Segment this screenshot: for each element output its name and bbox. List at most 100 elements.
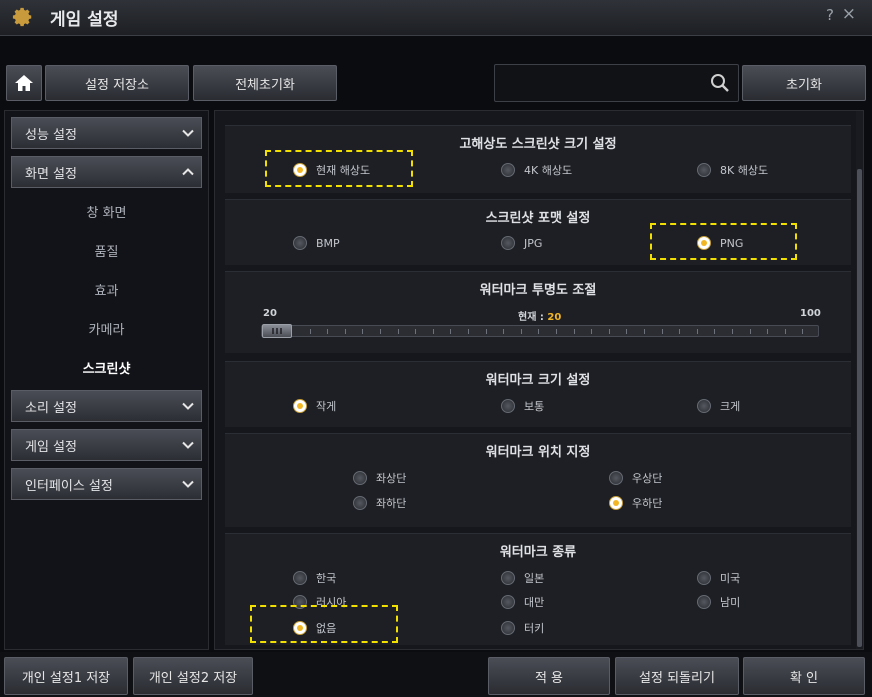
sidebar-category-game[interactable]: 게임 설정 bbox=[11, 429, 202, 461]
option-label: 우하단 bbox=[632, 497, 663, 510]
revert-button[interactable]: 설정 되돌리기 bbox=[615, 657, 739, 695]
radio-type-taiwan[interactable]: 대만 bbox=[501, 594, 544, 610]
radio-type-south-america[interactable]: 남미 bbox=[697, 594, 740, 610]
section-watermark-position: 워터마크 위치 지정 좌상단 우상단 좌하단 우하단 bbox=[225, 433, 851, 527]
radio-indicator bbox=[501, 595, 515, 609]
radio-png[interactable]: PNG bbox=[697, 236, 743, 250]
sidebar-item-effects[interactable]: 효과 bbox=[11, 272, 202, 306]
radio-bmp[interactable]: BMP bbox=[293, 236, 340, 250]
slider-tick bbox=[538, 329, 540, 334]
chevron-down-icon bbox=[182, 480, 194, 488]
section-title: 고해상도 스크린샷 크기 설정 bbox=[459, 137, 617, 152]
search-box bbox=[494, 64, 739, 102]
help-button[interactable]: ? bbox=[826, 6, 834, 24]
sidebar-category-sound[interactable]: 소리 설정 bbox=[11, 390, 202, 422]
reset-button[interactable]: 초기화 bbox=[742, 65, 866, 101]
slider-tick bbox=[608, 329, 610, 334]
radio-size-normal[interactable]: 보통 bbox=[501, 398, 544, 414]
radio-indicator bbox=[697, 236, 711, 250]
slider-tick bbox=[696, 329, 698, 334]
slider-tick bbox=[573, 329, 575, 334]
radio-jpg[interactable]: JPG bbox=[501, 236, 542, 250]
gear-icon bbox=[12, 7, 32, 27]
radio-position-bottom-right[interactable]: 우하단 bbox=[609, 495, 662, 511]
sidebar-category-interface[interactable]: 인터페이스 설정 bbox=[11, 468, 202, 500]
slider-tick bbox=[749, 329, 751, 334]
radio-type-none[interactable]: 없음 bbox=[293, 620, 336, 636]
apply-button[interactable]: 적 용 bbox=[488, 657, 610, 695]
slider-tick bbox=[362, 329, 364, 334]
slider-tick bbox=[661, 329, 663, 334]
save-profile1-button[interactable]: 개인 설정1 저장 bbox=[4, 657, 128, 695]
chevron-down-icon bbox=[182, 402, 194, 410]
radio-size-large[interactable]: 크게 bbox=[697, 398, 740, 414]
radio-indicator bbox=[609, 471, 623, 485]
search-input[interactable] bbox=[503, 73, 693, 93]
radio-indicator bbox=[697, 163, 711, 177]
scrollbar[interactable] bbox=[856, 111, 863, 649]
reset-all-button[interactable]: 전체초기화 bbox=[193, 65, 337, 101]
sidebar-item-camera[interactable]: 카메라 bbox=[11, 311, 202, 345]
slider-handle[interactable] bbox=[262, 324, 292, 338]
sidebar-item-window[interactable]: 창 화면 bbox=[11, 194, 202, 228]
confirm-button[interactable]: 확 인 bbox=[743, 657, 865, 695]
option-label: 좌상단 bbox=[376, 472, 407, 485]
title-bar: 게임 설정 ? × bbox=[0, 0, 872, 36]
slider-tick bbox=[397, 329, 399, 334]
home-button[interactable] bbox=[6, 65, 42, 101]
settings-store-button[interactable]: 설정 저장소 bbox=[45, 65, 189, 101]
slider-tick bbox=[450, 329, 452, 334]
radio-position-bottom-left[interactable]: 좌하단 bbox=[353, 495, 406, 511]
close-button[interactable]: × bbox=[842, 4, 856, 24]
slider-tick bbox=[380, 329, 381, 334]
radio-position-top-left[interactable]: 좌상단 bbox=[353, 470, 406, 486]
slider-tick bbox=[591, 329, 593, 334]
option-label: 대만 bbox=[524, 596, 545, 609]
slider-current-readout: 현재 : 20 bbox=[518, 308, 561, 323]
sidebar-item-quality[interactable]: 품질 bbox=[11, 233, 202, 267]
chevron-down-icon bbox=[182, 441, 194, 449]
radio-8k-resolution[interactable]: 8K 해상도 bbox=[697, 162, 768, 178]
option-label: 8K 해상도 bbox=[720, 164, 769, 177]
option-label: 미국 bbox=[720, 572, 741, 585]
radio-indicator bbox=[293, 595, 307, 609]
section-title: 워터마크 위치 지정 bbox=[485, 445, 591, 460]
radio-4k-resolution[interactable]: 4K 해상도 bbox=[501, 162, 572, 178]
slider-max-label: 100 bbox=[800, 308, 821, 319]
option-label: 좌하단 bbox=[376, 497, 407, 510]
radio-position-top-right[interactable]: 우상단 bbox=[609, 470, 662, 486]
sidebar-item-screenshot[interactable]: 스크린샷 bbox=[11, 350, 202, 384]
radio-type-korea[interactable]: 한국 bbox=[293, 570, 336, 586]
sidebar-category-performance[interactable]: 성능 설정 bbox=[11, 117, 202, 149]
scrollbar-thumb[interactable] bbox=[857, 169, 862, 647]
chevron-down-icon bbox=[182, 129, 194, 137]
radio-type-usa[interactable]: 미국 bbox=[697, 570, 740, 586]
radio-indicator bbox=[697, 571, 711, 585]
category-label: 소리 설정 bbox=[25, 400, 77, 416]
slider-tick bbox=[309, 329, 311, 334]
settings-panel: 고해상도 스크린샷 크기 설정 현재 해상도 4K 해상도 8K 해상도 스크린… bbox=[214, 110, 864, 650]
option-label: 크게 bbox=[720, 400, 741, 413]
chevron-up-icon bbox=[182, 168, 194, 176]
radio-indicator bbox=[353, 471, 367, 485]
radio-indicator bbox=[293, 236, 307, 250]
slider-tick bbox=[503, 329, 505, 334]
save-profile2-button[interactable]: 개인 설정2 저장 bbox=[133, 657, 253, 695]
slider-tick bbox=[732, 329, 733, 334]
slider-tick bbox=[626, 329, 628, 334]
radio-current-resolution[interactable]: 현재 해상도 bbox=[293, 162, 370, 178]
sidebar-category-display[interactable]: 화면 설정 bbox=[11, 156, 202, 188]
search-icon[interactable] bbox=[710, 73, 730, 93]
radio-type-turkey[interactable]: 터키 bbox=[501, 620, 544, 636]
radio-size-small[interactable]: 작게 bbox=[293, 398, 336, 414]
slider-tick bbox=[679, 329, 681, 334]
section-title: 스크린샷 포맷 설정 bbox=[485, 211, 591, 226]
slider-tick bbox=[327, 329, 329, 334]
option-label: 작게 bbox=[316, 400, 337, 413]
radio-type-russia[interactable]: 러시아 bbox=[293, 594, 346, 610]
category-label: 게임 설정 bbox=[25, 439, 77, 455]
slider-tick bbox=[767, 329, 769, 334]
slider-tick bbox=[485, 329, 487, 334]
radio-type-japan[interactable]: 일본 bbox=[501, 570, 544, 586]
opacity-slider[interactable] bbox=[261, 324, 819, 338]
